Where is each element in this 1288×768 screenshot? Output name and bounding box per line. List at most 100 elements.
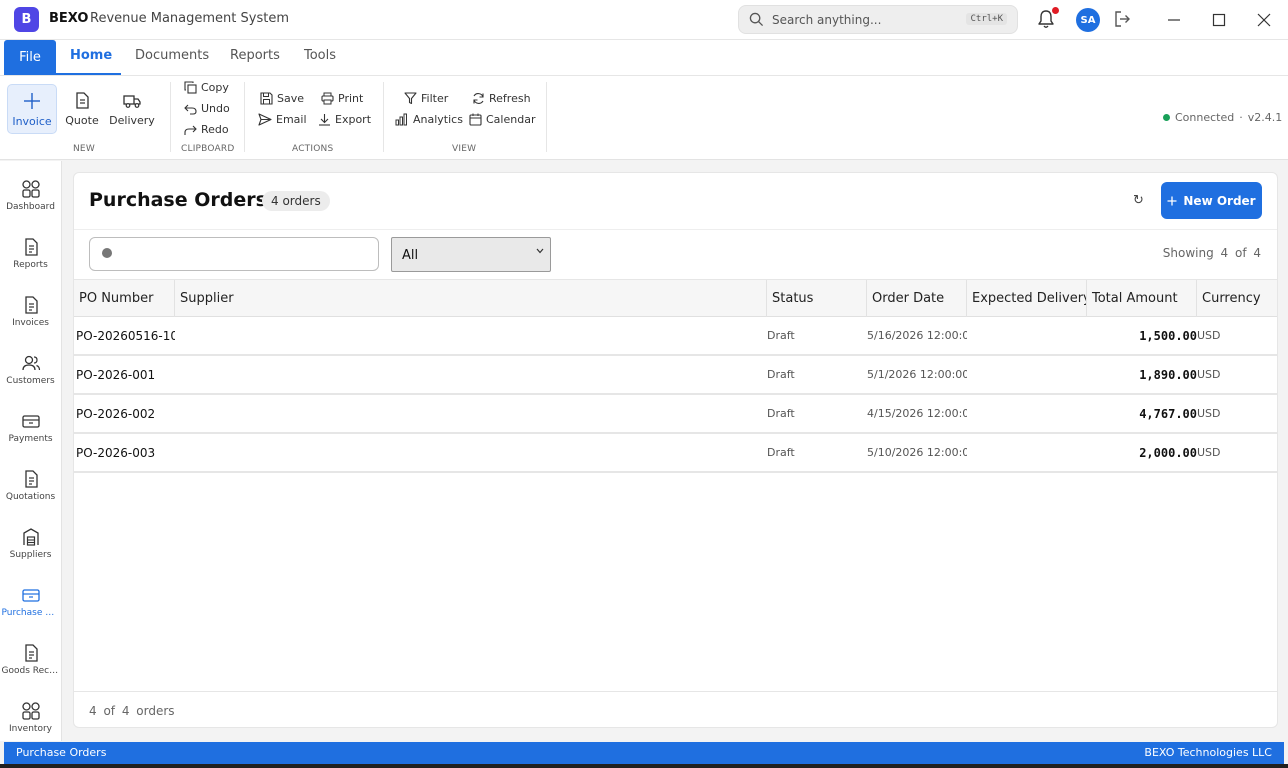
global-search[interactable]: Search anything... Ctrl+K — [738, 5, 1018, 34]
redo-label: Redo — [201, 123, 229, 136]
footer-count: 4 of 4 orders — [89, 704, 175, 718]
sidebar-item-customers[interactable]: Customers — [0, 353, 61, 409]
table-row[interactable]: PO-2026-001 Draft 5/1/2026 12:00:00 1,89… — [74, 356, 1277, 395]
new-order-button[interactable]: New Order — [1161, 182, 1262, 219]
calendar-label: Calendar — [486, 113, 536, 126]
document-icon — [21, 469, 41, 489]
sidebar-label: Purchase Orders — [1, 608, 60, 618]
sidebar-label: Suppliers — [9, 550, 52, 560]
calendar-button[interactable]: Calendar — [469, 113, 535, 126]
refresh-list-button[interactable]: ↻ — [1133, 193, 1144, 208]
copy-button[interactable]: Copy — [184, 81, 229, 94]
analytics-button[interactable]: Analytics — [395, 113, 463, 126]
sidebar-item-dashboard[interactable]: Dashboard — [0, 179, 61, 235]
maximize-button[interactable] — [1197, 0, 1241, 40]
bar-chart-icon — [395, 113, 409, 126]
save-button[interactable]: Save — [260, 92, 304, 105]
group-label-actions: ACTIONS — [292, 144, 334, 154]
export-button[interactable]: Export — [318, 113, 371, 126]
refresh-button[interactable]: Refresh — [472, 92, 531, 105]
table-row[interactable]: PO-2026-003 Draft 5/10/2026 12:00:00 2,0… — [74, 434, 1277, 473]
table-row[interactable]: PO-20260516-102 Draft 5/16/2026 12:00:00… — [74, 317, 1277, 356]
warehouse-icon — [21, 527, 41, 547]
app-brand: BEXO — [49, 11, 89, 26]
sidebar-item-suppliers[interactable]: Suppliers — [0, 527, 61, 583]
close-window-button[interactable] — [1242, 0, 1286, 40]
redo-icon — [184, 123, 197, 136]
currency-cell: USD — [1197, 446, 1221, 459]
group-label-clipboard: CLIPBOARD — [181, 144, 235, 154]
column-header-order-date[interactable]: Order Date — [867, 280, 967, 317]
app-version: v2.4.1 — [1247, 111, 1283, 124]
document-icon — [21, 237, 41, 257]
sidebar-label: Payments — [8, 434, 53, 444]
app-title: Revenue Management System — [90, 11, 289, 26]
tab-file[interactable]: File — [4, 40, 56, 75]
sidebar-label: Reports — [13, 260, 48, 270]
card-icon — [21, 411, 41, 431]
order-date-cell: 5/10/2026 12:00:00 — [867, 446, 967, 459]
group-separator — [244, 82, 245, 152]
download-icon — [318, 113, 331, 126]
calendar-icon — [469, 113, 482, 126]
user-avatar[interactable]: SA — [1076, 8, 1100, 32]
group-separator — [383, 82, 384, 152]
search-orders-input[interactable] — [89, 237, 379, 271]
column-header-currency[interactable]: Currency — [1197, 280, 1277, 317]
logout-icon[interactable] — [1112, 9, 1132, 29]
status-filter-select[interactable]: All — [391, 237, 551, 272]
column-header-total-amount[interactable]: Total Amount — [1087, 280, 1197, 317]
sidebar-item-goods-receipts[interactable]: Goods Receipts — [0, 643, 61, 699]
divider — [74, 229, 1277, 230]
table-footer: 4 of 4 orders — [74, 691, 1277, 727]
copy-label: Copy — [201, 81, 229, 94]
print-button[interactable]: Print — [321, 92, 363, 105]
tab-documents[interactable]: Documents — [135, 48, 209, 63]
page-title: Purchase Orders — [89, 189, 267, 211]
status-cell: Draft — [767, 446, 795, 459]
status-dot — [1163, 114, 1170, 121]
group-separator — [546, 82, 547, 152]
tab-reports[interactable]: Reports — [230, 48, 280, 63]
redo-button[interactable]: Redo — [184, 123, 229, 136]
email-button[interactable]: Email — [258, 113, 307, 126]
sidebar-item-quotations[interactable]: Quotations — [0, 469, 61, 525]
document-icon — [73, 91, 91, 110]
undo-button[interactable]: Undo — [184, 102, 230, 115]
column-header-po-number[interactable]: PO Number — [74, 280, 175, 317]
sidebar-item-purchase-orders[interactable]: Purchase Orders — [0, 585, 61, 641]
column-header-supplier[interactable]: Supplier — [175, 280, 767, 317]
send-icon — [258, 113, 272, 126]
status-cell: Draft — [767, 368, 795, 381]
sidebar-item-invoices[interactable]: Invoices — [0, 295, 61, 351]
users-icon — [21, 353, 41, 373]
total-amount-cell: 2,000.00 — [1139, 445, 1197, 460]
save-icon — [260, 92, 273, 105]
new-delivery-button[interactable]: Delivery — [108, 84, 156, 134]
print-label: Print — [338, 92, 364, 105]
status-filter-value: All — [402, 248, 419, 263]
sidebar-item-reports[interactable]: Reports — [0, 237, 61, 293]
sidebar-item-payments[interactable]: Payments — [0, 411, 61, 467]
sidebar-label: Goods Receipts — [1, 666, 60, 676]
status-bar-company: BEXO Technologies LLC — [1144, 746, 1272, 759]
ribbon-toolbar: Invoice Quote Delivery NEW Copy Undo Red… — [0, 76, 1288, 160]
sidebar-label: Quotations — [5, 492, 56, 502]
tab-tools[interactable]: Tools — [304, 48, 336, 63]
column-header-expected-delivery[interactable]: Expected Delivery — [967, 280, 1087, 317]
connection-label: Connected — [1175, 111, 1235, 124]
filter-button[interactable]: Filter — [404, 92, 448, 105]
new-invoice-button[interactable]: Invoice — [7, 84, 57, 134]
order-date-cell: 5/16/2026 12:00:00 — [867, 329, 967, 342]
minimize-button[interactable] — [1152, 0, 1196, 40]
total-amount-cell: 1,500.00 — [1139, 328, 1197, 343]
new-quote-button[interactable]: Quote — [62, 84, 102, 134]
po-number-cell: PO-2026-003 — [76, 445, 156, 460]
tab-home[interactable]: Home — [70, 48, 112, 63]
title-bar: B BEXO Revenue Management System Search … — [0, 0, 1288, 40]
group-label-new: NEW — [73, 144, 95, 154]
sidebar-label: Dashboard — [6, 202, 55, 212]
column-header-status[interactable]: Status — [767, 280, 867, 317]
purchase-orders-table: PO Number Supplier Status Order Date Exp… — [74, 279, 1277, 691]
table-row[interactable]: PO-2026-002 Draft 4/15/2026 12:00:00 4,7… — [74, 395, 1277, 434]
